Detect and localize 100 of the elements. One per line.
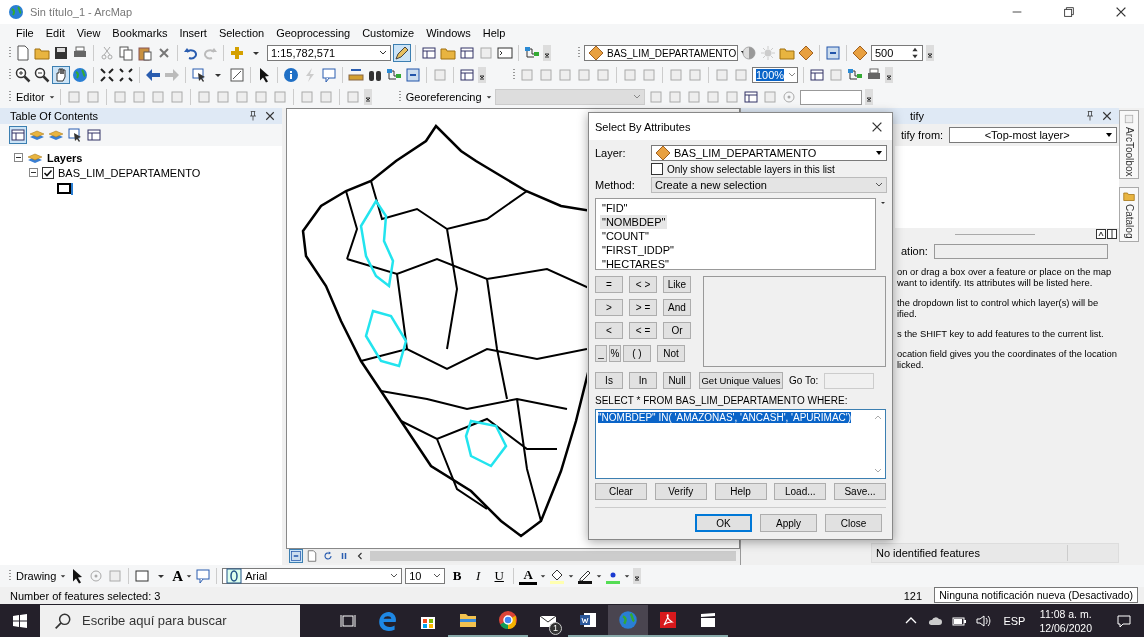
speaker-icon[interactable] [975,612,992,629]
menu-arrow-icon[interactable] [880,200,886,206]
clock-date[interactable]: 12/06/2020 [1039,620,1092,635]
line-color-icon[interactable] [577,568,594,584]
collapse-icon[interactable] [29,168,38,177]
menu-item[interactable]: Customize [356,27,421,39]
menu-item[interactable]: Edit [39,27,71,39]
copy-icon[interactable] [118,45,134,61]
dialog-button[interactable]: Load... [774,483,827,500]
visibility-icon[interactable] [48,127,64,143]
dialog-button[interactable]: Apply [760,514,817,532]
operator-button[interactable]: ( ) [623,345,651,362]
tree-item[interactable]: BAS_LIM_DEPARTAMENTO [58,166,201,179]
field-item[interactable]: "FIRST_IDDP" [600,243,676,257]
zoom-combo[interactable]: 100% [752,67,798,83]
fill-bucket-icon[interactable] [549,568,566,584]
operator-button[interactable]: And [663,299,691,316]
dialog-button[interactable]: Help [714,483,767,500]
zoom-out-icon[interactable] [34,67,50,83]
bold-button[interactable]: B [448,567,467,585]
select-features-icon[interactable] [191,67,207,83]
layer-checkbox[interactable] [42,166,54,179]
font-color-button[interactable]: A [519,567,538,585]
editor-menu[interactable]: Editor [15,91,46,103]
menu-item[interactable]: Selection [212,27,271,39]
collapse-icon[interactable] [14,153,23,162]
method-combo[interactable]: Create a new selection [651,177,887,193]
restore-icon[interactable] [1062,5,1076,19]
ruler-icon[interactable] [348,67,364,83]
operator-button[interactable]: Like [663,276,691,293]
menu-item[interactable]: Geoprocessing [270,27,357,39]
dock-tab[interactable]: Catalog [1119,187,1139,242]
operator-button[interactable]: < > [629,276,657,293]
operator-button[interactable]: = [595,276,623,293]
lookup-icon[interactable] [852,45,868,61]
layer-combo[interactable]: BAS_LIM_DEPARTAMENTO [651,145,887,161]
operator-button[interactable]: % [609,345,621,362]
pin-icon[interactable] [1096,229,1106,239]
dialog-button[interactable]: Close [825,514,882,532]
field-item[interactable]: "HECTARES" [600,257,671,271]
dock-tab[interactable]: ArcToolbox [1119,110,1139,180]
table-icon[interactable] [421,45,437,61]
dialog-button[interactable]: Save... [834,483,886,500]
operator-button[interactable]: Is [595,372,623,389]
spinner-arrows-icon[interactable] [910,46,920,60]
tooltip-icon[interactable] [321,67,337,83]
data-view-icon[interactable] [290,550,302,562]
close-icon[interactable] [1101,110,1113,122]
zoom-window-icon[interactable] [459,67,475,83]
dialog-button[interactable]: OK [695,514,752,532]
fixed-zoom-out-icon[interactable] [118,67,134,83]
field-item[interactable]: "COUNT" [600,229,651,243]
fixed-zoom-in-icon[interactable] [99,67,115,83]
globe-icon[interactable] [72,67,88,83]
lookup-spinner[interactable]: 500 [871,45,923,61]
underline-button[interactable]: U [490,567,509,585]
selectable-only-checkbox[interactable] [651,163,663,175]
expression-field[interactable]: "NOMBDEP" IN( 'AMAZONAS', 'ANCASH', 'APURIMAC') [595,409,886,479]
location-field[interactable] [933,243,1108,259]
page-icon[interactable] [809,67,825,83]
globe-app-icon[interactable] [608,604,648,637]
diamond-icon[interactable] [798,45,814,61]
font-size-combo[interactable]: 10 [405,568,446,584]
clear-selection-icon[interactable] [229,67,245,83]
refresh-icon[interactable] [322,550,334,562]
clock-time[interactable]: 11:08 a. m. [1039,606,1092,621]
selection-icon[interactable] [67,127,83,143]
language-indicator[interactable]: ESP [1003,614,1026,627]
text-tool[interactable]: A [172,567,184,585]
close-icon[interactable] [1114,5,1128,19]
close-icon[interactable] [264,110,276,122]
scale-combo[interactable]: 1:15,782,571 [267,45,391,61]
callout-icon[interactable] [195,568,212,584]
options-icon[interactable] [86,127,102,143]
menu-item[interactable]: Bookmarks [106,27,174,39]
horizontal-scrollbar[interactable] [370,551,736,561]
operator-button[interactable]: Or [663,322,691,339]
save-icon[interactable] [53,45,69,61]
field-item[interactable]: "NOMBDEP" [600,215,668,229]
operator-button[interactable]: Not [657,345,685,362]
pin-icon[interactable] [1084,110,1096,122]
menu-item[interactable]: Windows [420,27,477,39]
folder-icon[interactable] [440,45,456,61]
menu-item[interactable]: File [10,27,40,39]
identify-from-combo[interactable]: <Top-most layer> [949,127,1118,143]
field-item[interactable]: "FID" [600,201,630,215]
scissors-icon[interactable] [99,45,115,61]
dialog-button[interactable]: Verify [654,483,707,500]
font-combo[interactable]: Arial [222,568,403,584]
paste-icon[interactable] [137,45,153,61]
swipe-icon[interactable] [825,45,841,61]
new-document-icon[interactable] [15,45,31,61]
dialog-button[interactable]: Clear [595,483,647,500]
operator-button[interactable]: < [595,322,623,339]
nodes-icon[interactable] [524,45,540,61]
menu-item[interactable]: View [70,27,107,39]
operator-button[interactable]: > [595,299,623,316]
zoom-in-icon[interactable] [15,67,31,83]
go-to-field[interactable] [824,372,875,389]
menu-item[interactable]: Insert [173,27,213,39]
